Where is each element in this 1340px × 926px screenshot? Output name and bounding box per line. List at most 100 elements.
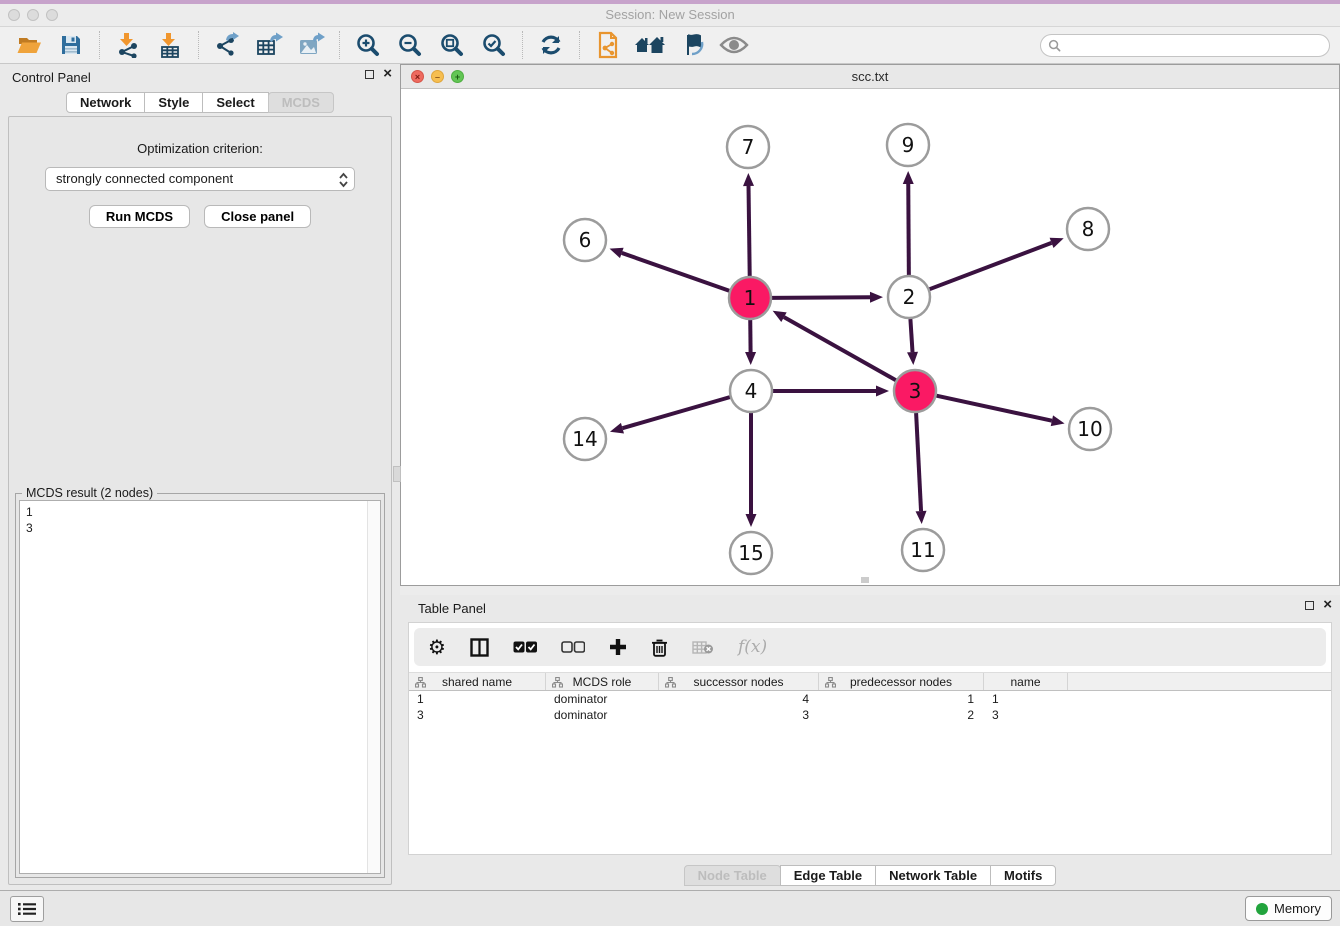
zoom-selected-icon[interactable]	[478, 29, 510, 61]
status-bar: Memory	[0, 890, 1340, 926]
column-header-mcds-role[interactable]: MCDS role	[546, 673, 659, 690]
table-options-icon[interactable]: ⚙	[428, 637, 446, 657]
network-overview-icon[interactable]	[592, 29, 624, 61]
export-network-icon[interactable]	[211, 29, 243, 61]
select-all-icon[interactable]	[513, 641, 537, 653]
tab-edge-table[interactable]: Edge Table	[780, 865, 876, 886]
graph-edge-4-14[interactable]	[622, 397, 729, 428]
export-image-icon[interactable]	[295, 29, 327, 61]
graph-edge-2-8[interactable]	[930, 243, 1052, 289]
graph-node-1[interactable]: 1	[729, 277, 771, 319]
zoom-out-icon[interactable]	[394, 29, 426, 61]
tab-node-table[interactable]: Node Table	[684, 865, 781, 886]
network-close-button[interactable]: ×	[411, 70, 424, 83]
panel-list-button[interactable]	[10, 896, 44, 922]
zoom-fit-icon[interactable]	[436, 29, 468, 61]
float-table-panel-icon[interactable]	[1305, 601, 1314, 610]
zoom-in-icon[interactable]	[352, 29, 384, 61]
graph-node-9[interactable]: 9	[887, 124, 929, 166]
home-pages-icon[interactable]	[634, 29, 666, 61]
delete-row-icon[interactable]	[651, 638, 668, 657]
graph-edge-1-6[interactable]	[622, 253, 729, 291]
tab-style[interactable]: Style	[144, 92, 203, 113]
graph-edge-2-3[interactable]	[910, 319, 912, 352]
window-controls[interactable]	[8, 9, 58, 21]
apply-style-icon[interactable]	[676, 29, 708, 61]
table-cell: dominator	[546, 707, 659, 723]
svg-text:14: 14	[572, 427, 597, 451]
tab-network[interactable]: Network	[66, 92, 145, 113]
graph-node-8[interactable]: 8	[1067, 208, 1109, 250]
table-row[interactable]: 3dominator323	[409, 707, 1331, 723]
graph-edge-1-2[interactable]	[772, 297, 870, 298]
function-builder-icon[interactable]: f(x)	[738, 637, 767, 657]
tab-network-table[interactable]: Network Table	[875, 865, 991, 886]
network-window-titlebar[interactable]: × – + scc.txt	[401, 65, 1339, 89]
add-row-icon[interactable]	[609, 638, 627, 656]
graph-node-3[interactable]: 3	[894, 370, 936, 412]
control-panel-tabs: NetworkStyleSelectMCDS	[0, 92, 400, 113]
tab-mcds[interactable]: MCDS	[268, 92, 334, 113]
graph-edge-arrowhead	[876, 386, 889, 397]
close-panel-icon[interactable]: ×	[383, 69, 392, 79]
graph-node-15[interactable]: 15	[730, 532, 772, 574]
import-table-icon[interactable]	[154, 29, 186, 61]
tab-select[interactable]: Select	[202, 92, 268, 113]
run-mcds-button[interactable]: Run MCDS	[89, 205, 190, 228]
search-field[interactable]	[1040, 34, 1330, 57]
optimization-dropdown[interactable]: strongly connected component	[45, 167, 355, 191]
result-scrollbar[interactable]	[367, 501, 380, 873]
minimize-window-button[interactable]	[27, 9, 39, 21]
refresh-view-icon[interactable]	[535, 29, 567, 61]
graph-edge-arrowhead	[870, 292, 883, 303]
graph-edge-2-9[interactable]	[908, 184, 909, 275]
network-canvas[interactable]: 7 9 6 8 1 2 4 3 14 10 15 11	[401, 89, 1339, 585]
mcds-result-list[interactable]: 13	[19, 500, 381, 874]
optimization-value: strongly connected component	[56, 171, 233, 186]
memory-button[interactable]: Memory	[1245, 896, 1332, 921]
graph-edge-arrowhead	[745, 352, 756, 365]
import-network-icon[interactable]	[112, 29, 144, 61]
graph-edge-3-11[interactable]	[916, 413, 921, 511]
table-cell: dominator	[546, 691, 659, 707]
panel-splitter-handle[interactable]	[393, 466, 401, 482]
main-toolbar	[0, 27, 1340, 64]
table-cell: 1	[819, 691, 984, 707]
open-session-icon[interactable]	[13, 29, 45, 61]
toolbar-separator	[339, 31, 340, 59]
close-panel-button[interactable]: Close panel	[204, 205, 311, 228]
close-window-button[interactable]	[8, 9, 20, 21]
canvas-resize-grip[interactable]	[861, 577, 869, 583]
graph-node-6[interactable]: 6	[564, 219, 606, 261]
graph-node-14[interactable]: 14	[564, 418, 606, 460]
node-table[interactable]: shared nameMCDS rolesuccessor nodesprede…	[409, 672, 1331, 723]
zoom-window-button[interactable]	[46, 9, 58, 21]
hide-show-icon[interactable]	[718, 29, 750, 61]
column-header-name[interactable]: name	[984, 673, 1068, 690]
table-cell: 3	[409, 707, 546, 723]
show-columns-icon[interactable]	[470, 638, 489, 657]
delete-table-icon[interactable]	[692, 640, 714, 655]
network-minimize-button[interactable]: –	[431, 70, 444, 83]
graph-edge-1-7[interactable]	[749, 186, 750, 276]
graph-edge-3-10[interactable]	[936, 396, 1051, 421]
search-input[interactable]	[1065, 39, 1315, 53]
graph-node-4[interactable]: 4	[730, 370, 772, 412]
column-header-successor-nodes[interactable]: successor nodes	[659, 673, 819, 690]
graph-node-7[interactable]: 7	[727, 126, 769, 168]
save-session-icon[interactable]	[55, 29, 87, 61]
network-maximize-button[interactable]: +	[451, 70, 464, 83]
tab-motifs[interactable]: Motifs	[990, 865, 1056, 886]
float-panel-icon[interactable]	[365, 70, 374, 79]
graph-node-2[interactable]: 2	[888, 276, 930, 318]
deselect-all-icon[interactable]	[561, 641, 585, 653]
column-header-shared-name[interactable]: shared name	[409, 673, 546, 690]
column-header-predecessor-nodes[interactable]: predecessor nodes	[819, 673, 984, 690]
export-table-icon[interactable]	[253, 29, 285, 61]
network-graph[interactable]: 7 9 6 8 1 2 4 3 14 10 15 11	[401, 89, 1339, 585]
graph-edge-3-1[interactable]	[784, 317, 896, 380]
graph-node-10[interactable]: 10	[1069, 408, 1111, 450]
graph-node-11[interactable]: 11	[902, 529, 944, 571]
close-table-panel-icon[interactable]: ×	[1323, 600, 1332, 610]
table-row[interactable]: 1dominator411	[409, 691, 1331, 707]
